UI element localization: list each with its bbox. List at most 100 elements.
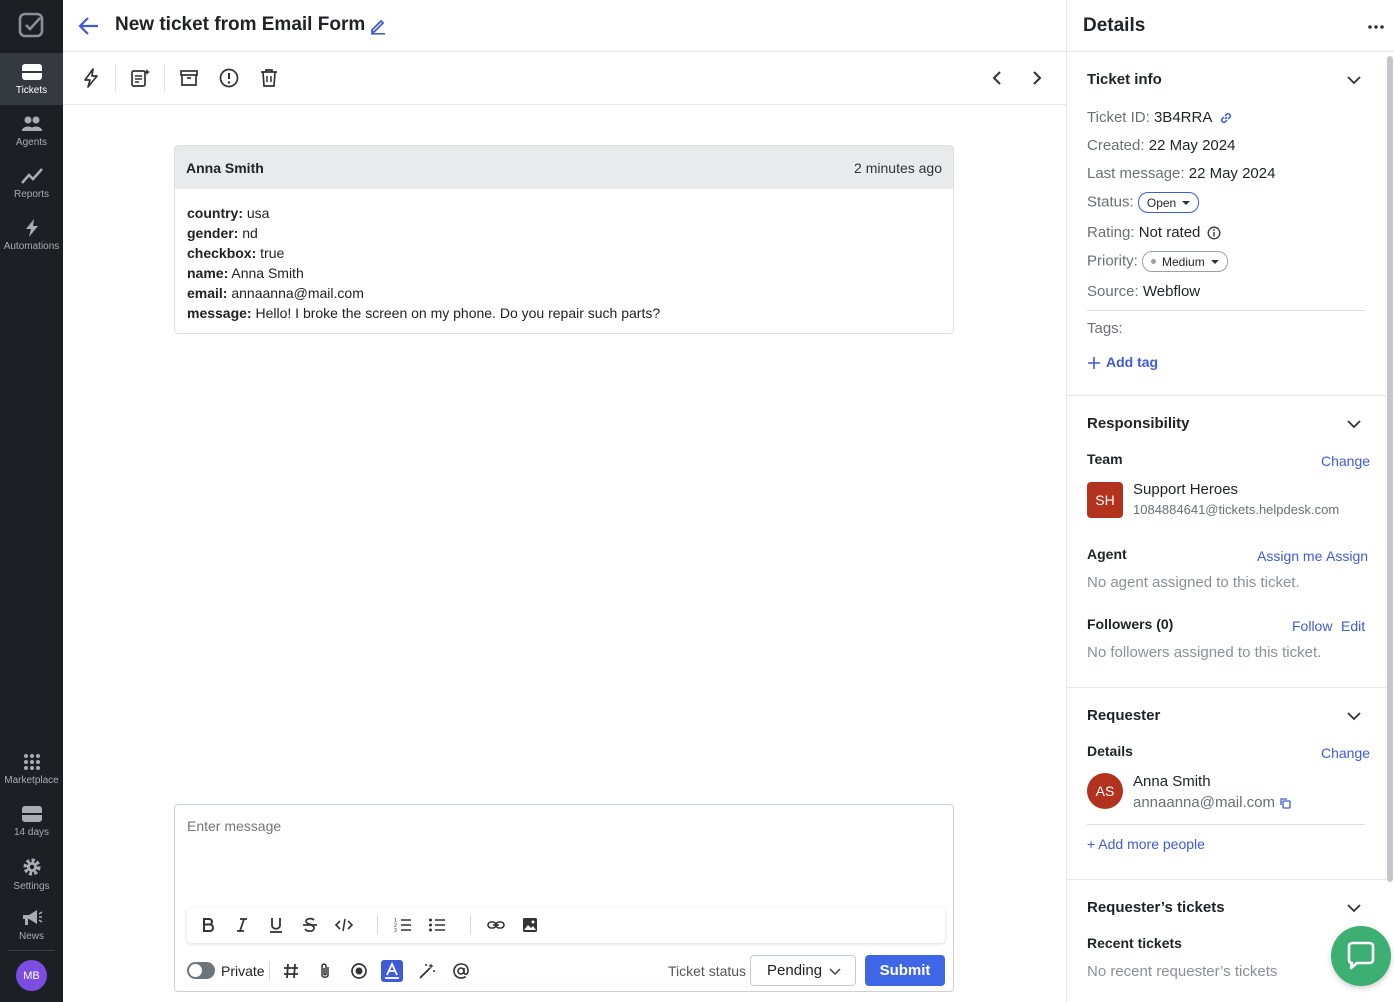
trash-icon[interactable] bbox=[258, 67, 280, 89]
change-team-link[interactable]: Change bbox=[1321, 453, 1370, 469]
mention-button[interactable] bbox=[450, 960, 472, 982]
ticket-info-title: Ticket info bbox=[1087, 71, 1162, 88]
previous-ticket-chevron-icon[interactable] bbox=[986, 67, 1008, 89]
status-value: Open bbox=[1146, 195, 1177, 210]
underline-icon[interactable] bbox=[267, 916, 285, 934]
back-arrow-icon[interactable] bbox=[78, 15, 100, 37]
message-field: email: annaanna@mail.com bbox=[187, 283, 941, 303]
nav-label: Tickets bbox=[15, 85, 48, 96]
info-icon[interactable] bbox=[1207, 226, 1221, 240]
change-requester-link[interactable]: Change bbox=[1321, 745, 1370, 761]
nav-trial[interactable]: 14 days bbox=[0, 795, 63, 847]
grid-apps-icon bbox=[23, 754, 40, 770]
ticket-status-label: Ticket status bbox=[668, 963, 747, 979]
submit-button[interactable]: Submit bbox=[865, 955, 945, 986]
status-label: Status: bbox=[1087, 193, 1134, 211]
nav-tickets[interactable]: Tickets bbox=[0, 53, 63, 105]
message-sender: Anna Smith bbox=[186, 159, 264, 176]
toolbar-divider bbox=[470, 916, 471, 935]
priority-row: Priority: Medium bbox=[1087, 251, 1228, 272]
archive-icon[interactable] bbox=[178, 67, 200, 89]
spam-alert-icon[interactable] bbox=[218, 67, 240, 89]
code-icon[interactable] bbox=[335, 916, 353, 934]
source-label: Source: bbox=[1087, 283, 1139, 300]
nav-settings[interactable]: Settings bbox=[0, 847, 63, 899]
private-toggle[interactable] bbox=[187, 962, 215, 979]
lightning-macro-icon[interactable] bbox=[80, 67, 102, 89]
nav-label: Marketplace bbox=[4, 775, 59, 786]
field-key: message: bbox=[187, 305, 252, 321]
attach-button[interactable] bbox=[314, 960, 336, 982]
page-title: New ticket from Email Form bbox=[115, 14, 366, 35]
ai-note-icon[interactable] bbox=[129, 67, 151, 89]
nav-agents[interactable]: Agents bbox=[0, 105, 63, 157]
follow-link[interactable]: Follow bbox=[1292, 618, 1332, 634]
record-button[interactable] bbox=[348, 960, 370, 982]
left-nav-rail: Tickets Agents Reports Automations Marke… bbox=[0, 0, 63, 1002]
ordered-list-icon[interactable]: 123 bbox=[394, 916, 412, 934]
assign-link[interactable]: Assign bbox=[1326, 548, 1368, 564]
text-format-toggle-button[interactable] bbox=[381, 960, 403, 982]
add-more-people-link[interactable]: + Add more people bbox=[1087, 836, 1205, 852]
message-field: message: Hello! I broke the screen on my… bbox=[187, 303, 941, 323]
nav-label: Settings bbox=[13, 881, 50, 892]
strikethrough-icon[interactable] bbox=[301, 916, 319, 934]
italic-icon[interactable] bbox=[233, 916, 251, 934]
toolbar-divider bbox=[164, 64, 165, 92]
details-scrollbar[interactable] bbox=[1387, 56, 1393, 882]
toolbar-divider bbox=[377, 916, 378, 935]
canned-responses-button[interactable] bbox=[280, 960, 302, 982]
link-icon[interactable] bbox=[487, 916, 505, 934]
priority-dropdown[interactable]: Medium bbox=[1142, 251, 1228, 272]
requester-tickets-chevron-icon[interactable] bbox=[1345, 899, 1363, 917]
nav-label: Reports bbox=[13, 189, 49, 200]
ai-assist-button[interactable] bbox=[416, 960, 438, 982]
nav-reports[interactable]: Reports bbox=[0, 157, 63, 209]
message-field: gender: nd bbox=[187, 223, 941, 243]
composer-actions: Private Ticket status Pending Submit bbox=[175, 955, 953, 987]
section-divider bbox=[1087, 310, 1365, 311]
tags-row: Tags: bbox=[1087, 320, 1123, 337]
ticket-id-label: Ticket ID: bbox=[1087, 109, 1150, 126]
copy-link-icon[interactable] bbox=[1219, 111, 1233, 125]
hashtag-icon bbox=[284, 963, 298, 979]
copy-icon[interactable] bbox=[1280, 797, 1291, 809]
ticket-header: New ticket from Email Form bbox=[63, 0, 1066, 52]
status-dropdown[interactable]: Open bbox=[1137, 192, 1200, 213]
status-select-value: Pending bbox=[767, 962, 823, 979]
megaphone-icon bbox=[22, 910, 42, 925]
ticket-status-select[interactable]: Pending bbox=[750, 955, 856, 986]
nav-automations[interactable]: Automations bbox=[0, 209, 63, 261]
status-row: Status: Open bbox=[1087, 192, 1200, 213]
helpdesk-logo-icon[interactable] bbox=[18, 12, 44, 38]
responsibility-chevron-icon[interactable] bbox=[1345, 415, 1363, 433]
message-header: Anna Smith 2 minutes ago bbox=[175, 146, 953, 189]
image-icon[interactable] bbox=[521, 916, 539, 934]
bold-icon[interactable] bbox=[199, 916, 217, 934]
created-value: 22 May 2024 bbox=[1148, 137, 1236, 154]
ticket-info-chevron-icon[interactable] bbox=[1345, 71, 1363, 89]
requester-tickets-title: Requester’s tickets bbox=[1087, 899, 1225, 916]
requester-avatar: AS bbox=[1087, 773, 1123, 809]
message-input[interactable] bbox=[187, 818, 937, 834]
team-label: Team bbox=[1087, 451, 1123, 467]
next-ticket-chevron-icon[interactable] bbox=[1026, 67, 1048, 89]
requester-chevron-icon[interactable] bbox=[1345, 707, 1363, 725]
message-card: Anna Smith 2 minutes ago country: usa ge… bbox=[174, 145, 954, 334]
field-key: checkbox: bbox=[187, 245, 257, 261]
last-message-label: Last message: bbox=[1087, 165, 1185, 182]
assign-me-link[interactable]: Assign me bbox=[1257, 548, 1322, 564]
field-key: name: bbox=[187, 265, 229, 281]
nav-marketplace[interactable]: Marketplace bbox=[0, 743, 63, 795]
edit-followers-link[interactable]: Edit bbox=[1341, 618, 1365, 634]
nav-news[interactable]: News bbox=[0, 899, 63, 951]
source-value: Webflow bbox=[1142, 283, 1201, 300]
created-row: Created: 22 May 2024 bbox=[1087, 137, 1235, 154]
more-horizontal-icon[interactable] bbox=[1367, 18, 1385, 36]
bullet-list-icon[interactable] bbox=[428, 916, 446, 934]
add-tag-button[interactable]: Add tag bbox=[1087, 354, 1158, 370]
edit-pencil-icon[interactable] bbox=[369, 17, 387, 35]
live-chat-button[interactable] bbox=[1331, 926, 1391, 986]
user-avatar[interactable]: MB bbox=[16, 960, 47, 991]
message-body: country: usa gender: nd checkbox: true n… bbox=[175, 189, 953, 333]
